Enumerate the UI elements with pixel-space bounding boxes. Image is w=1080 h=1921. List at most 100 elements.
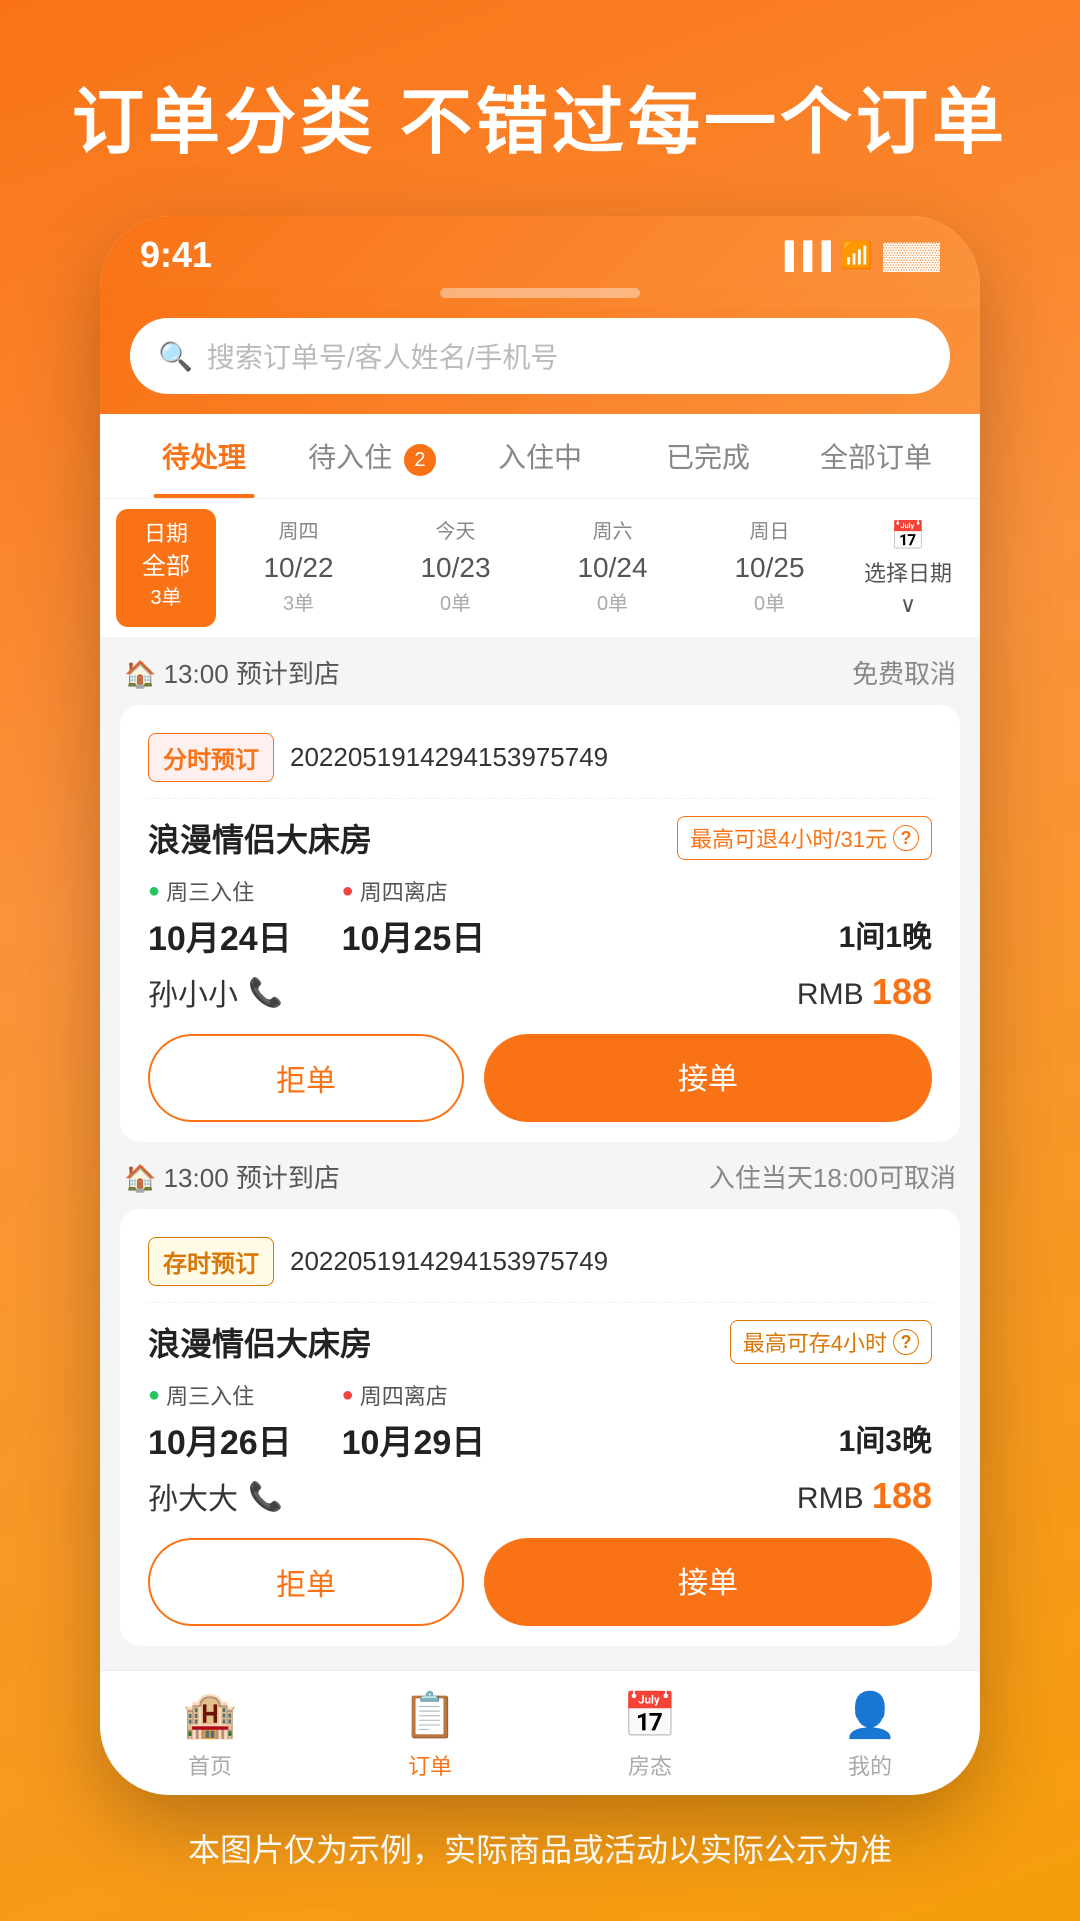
price-2: RMB 188	[797, 1475, 932, 1517]
profile-icon: 👤	[843, 1689, 898, 1741]
guest-price-row-1: 孙小小 📞 RMB 188	[148, 970, 932, 1014]
checkin-label-1: ● 周三入住	[148, 875, 292, 907]
room-row-1: 浪漫情侣大床房 最高可退4小时/31元 ?	[148, 815, 932, 861]
calendar-icon: 📅	[891, 519, 926, 552]
nav-profile[interactable]: 👤 我的	[760, 1671, 980, 1795]
date-picker-button[interactable]: 📅 选择日期 ∨	[852, 509, 964, 627]
date-sun-orders: 0单	[701, 589, 838, 619]
phone-icon-2[interactable]: 📞	[248, 1480, 283, 1513]
red-dot-2: ●	[342, 1384, 354, 1407]
order-number-1: 2022051914294153975749	[290, 742, 608, 773]
dates-row-2: ● 周三入住 10月26日 ● 周四离店 10月29日 1间3晚	[148, 1379, 932, 1464]
question-icon-2: ?	[893, 1329, 919, 1355]
nav-room-status-label: 房态	[628, 1749, 672, 1781]
status-bar: 9:41 ▐▐▐ 📶 ▓▓▓	[100, 216, 980, 288]
accept-button-1[interactable]: 接单	[484, 1034, 932, 1122]
section-cancel-2: 入住当天18:00可取消	[709, 1158, 956, 1195]
phone-icon-1[interactable]: 📞	[248, 976, 283, 1009]
order-tag-row-2: 存时预订 2022051914294153975749	[148, 1237, 932, 1303]
dates-row-1: ● 周三入住 10月24日 ● 周四离店 10月25日 1间1晚	[148, 875, 932, 960]
tab-pending[interactable]: 待处理	[120, 414, 288, 498]
nav-home[interactable]: 🏨 首页	[100, 1671, 320, 1795]
guest-name-2: 孙大大 📞	[148, 1474, 283, 1518]
battery-icon: ▓▓▓	[883, 240, 940, 271]
date-sun-day: 周日	[701, 517, 838, 547]
order-number-2: 2022051914294153975749	[290, 1246, 608, 1277]
notch-bar	[440, 288, 640, 298]
date-row: 日期 全部 3单 周四 10/22 3单 今天 10/23 0单 周六 10/2…	[100, 499, 980, 638]
checkin-col-2: ● 周三入住 10月26日	[148, 1379, 292, 1464]
date-today-day: 今天	[387, 517, 524, 547]
checkin-label-text-1: 周三入住	[166, 875, 254, 907]
footer-disclaimer: 本图片仅为示例，实际商品或活动以实际公示为准	[0, 1795, 1080, 1921]
date-sat-orders: 0单	[544, 589, 681, 619]
checkout-label-text-1: 周四离店	[360, 875, 448, 907]
section-header-2: 🏠 13:00 预计到店 入住当天18:00可取消	[120, 1158, 960, 1195]
store-badge-text-2: 最高可存4小时	[743, 1326, 887, 1358]
date-thu-day: 周四	[230, 517, 367, 547]
store-badge-2[interactable]: 最高可存4小时 ?	[730, 1320, 932, 1364]
checkin-label-2: ● 周三入住	[148, 1379, 292, 1411]
nav-orders[interactable]: 📋 订单	[320, 1671, 540, 1795]
tab-completed[interactable]: 已完成	[624, 414, 792, 498]
date-sat-num: 10/24	[544, 547, 681, 589]
section-time-2: 🏠 13:00 预计到店	[124, 1158, 340, 1195]
tab-badge: 2	[404, 444, 436, 476]
nav-orders-label: 订单	[408, 1749, 452, 1781]
order-card-2: 存时预订 2022051914294153975749 浪漫情侣大床房 最高可存…	[120, 1209, 960, 1646]
order-section: 🏠 13:00 预计到店 免费取消 分时预订 20220519142941539…	[100, 638, 980, 1670]
checkout-label-2: ● 周四离店	[342, 1379, 486, 1411]
checkout-col-1: ● 周四离店 10月25日	[342, 875, 486, 960]
tab-checked-in[interactable]: 入住中	[456, 414, 624, 498]
guest-name-text-2: 孙大大	[148, 1474, 238, 1518]
signal-icon: ▐▐▐	[775, 240, 830, 271]
reject-button-2[interactable]: 拒单	[148, 1538, 464, 1626]
chevron-down-icon: ∨	[900, 592, 916, 618]
price-1: RMB 188	[797, 971, 932, 1013]
search-box[interactable]: 🔍 搜索订单号/客人姓名/手机号	[130, 318, 950, 394]
checkin-date-1: 10月24日	[148, 911, 292, 960]
bottom-navigation: 🏨 首页 📋 订单 📅 房态 👤 我的	[100, 1670, 980, 1795]
room-status-icon: 📅	[623, 1689, 678, 1741]
phone-mockup: 9:41 ▐▐▐ 📶 ▓▓▓ 🔍 搜索订单号/客人姓名/手机号 待处理 待入	[0, 216, 1080, 1795]
status-time: 9:41	[140, 234, 212, 276]
date-all-button[interactable]: 日期 全部 3单	[116, 509, 216, 627]
room-name-1: 浪漫情侣大床房	[148, 815, 372, 861]
reject-button-1[interactable]: 拒单	[148, 1034, 464, 1122]
nights-col-2: 1间3晚	[839, 1379, 932, 1464]
date-thu[interactable]: 周四 10/22 3单	[224, 509, 373, 627]
date-sun-num: 10/25	[701, 547, 838, 589]
date-sat-day: 周六	[544, 517, 681, 547]
nights-val-1: 1间1晚	[839, 912, 932, 956]
tab-all-orders[interactable]: 全部订单	[792, 414, 960, 498]
checkin-date-2: 10月26日	[148, 1415, 292, 1464]
tab-checkin-pending[interactable]: 待入住 2	[288, 414, 456, 498]
tab-navigation: 待处理 待入住 2 入住中 已完成 全部订单	[100, 414, 980, 499]
date-sat[interactable]: 周六 10/24 0单	[538, 509, 687, 627]
accept-button-2[interactable]: 接单	[484, 1538, 932, 1626]
date-sun[interactable]: 周日 10/25 0单	[695, 509, 844, 627]
guest-name-text-1: 孙小小	[148, 970, 238, 1014]
green-dot-2: ●	[148, 1384, 160, 1407]
nights-col-1: 1间1晚	[839, 875, 932, 960]
tab-all-orders-label: 全部订单	[820, 442, 932, 473]
order-card-1: 分时预订 2022051914294153975749 浪漫情侣大床房 最高可退…	[120, 705, 960, 1142]
refund-badge-1[interactable]: 最高可退4小时/31元 ?	[677, 816, 932, 860]
status-icons: ▐▐▐ 📶 ▓▓▓	[775, 240, 940, 271]
nav-room-status[interactable]: 📅 房态	[540, 1671, 760, 1795]
green-dot-1: ●	[148, 880, 160, 903]
date-today[interactable]: 今天 10/23 0单	[381, 509, 530, 627]
checkout-label-text-2: 周四离店	[360, 1379, 448, 1411]
nights-val-2: 1间3晚	[839, 1416, 932, 1460]
checkout-date-2: 10月29日	[342, 1415, 486, 1464]
search-area: 🔍 搜索订单号/客人姓名/手机号	[100, 308, 980, 414]
date-thu-orders: 3单	[230, 589, 367, 619]
section-cancel-1: 免费取消	[852, 654, 956, 691]
room-row-2: 浪漫情侣大床房 最高可存4小时 ?	[148, 1319, 932, 1365]
date-today-num: 10/23	[387, 547, 524, 589]
date-all-sub: 全部	[132, 550, 200, 584]
order-tag-cunshi: 存时预订	[148, 1237, 274, 1286]
nav-profile-label: 我的	[848, 1749, 892, 1781]
date-all-count: 3单	[132, 584, 200, 612]
orders-icon: 📋	[403, 1689, 458, 1741]
